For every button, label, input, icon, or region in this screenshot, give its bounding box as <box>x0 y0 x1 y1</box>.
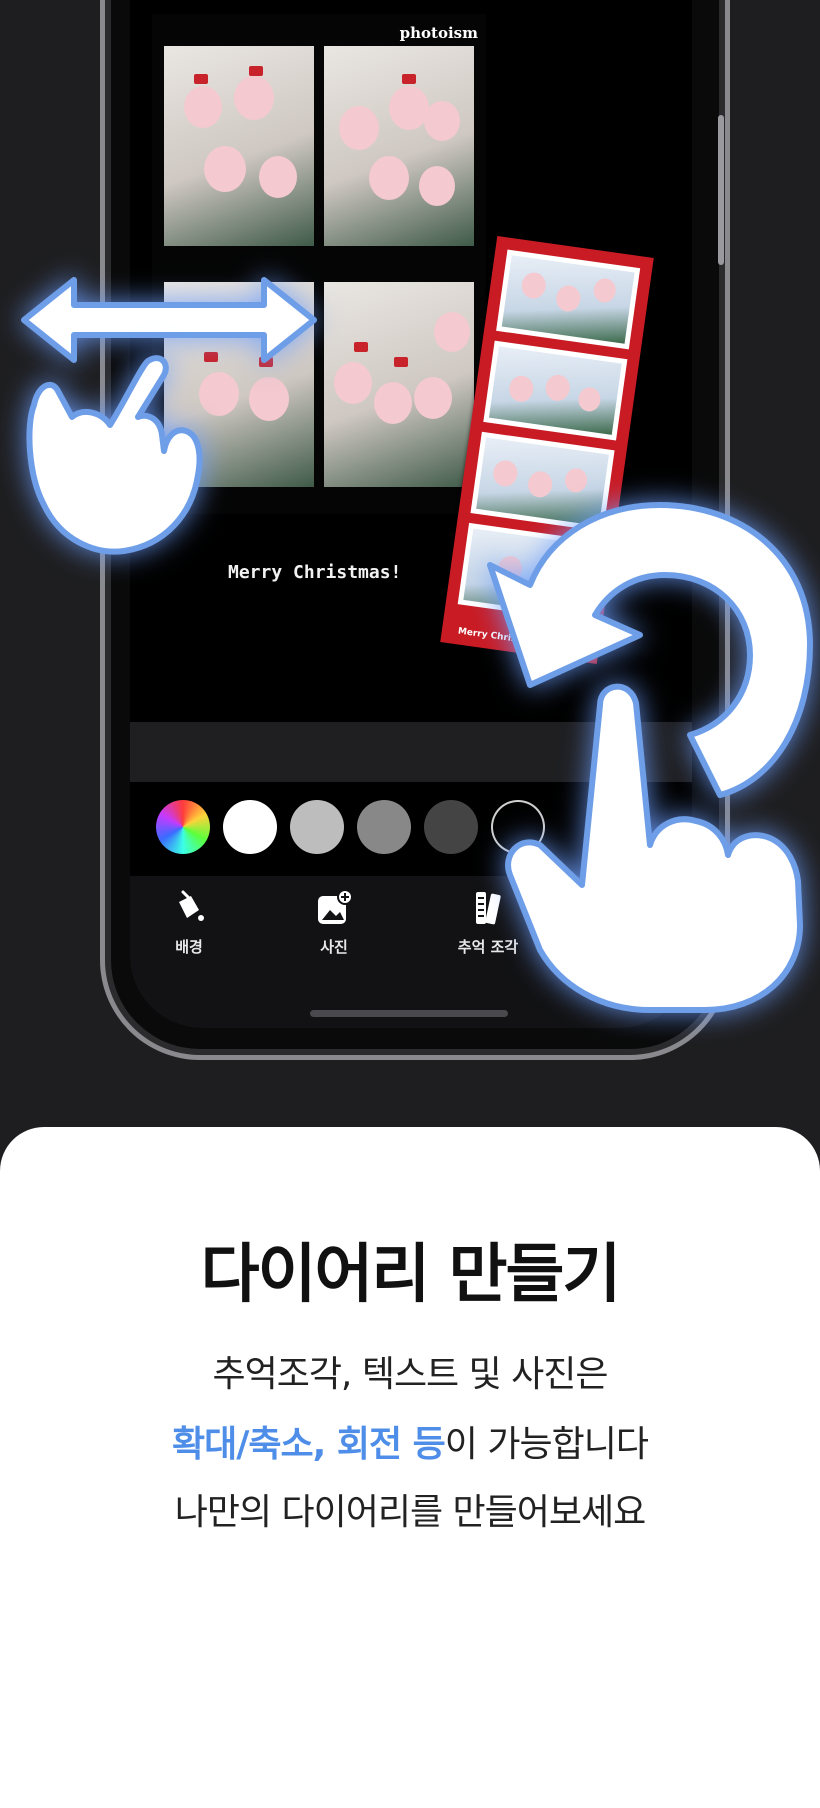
card-line-3: 나만의 다이어리를 만들어보세요 <box>174 1492 647 1533</box>
photo-1 <box>164 46 314 246</box>
photo-label: 사진 <box>320 938 348 956</box>
phone-side-button <box>718 115 724 265</box>
swatch-color-wheel[interactable] <box>156 800 210 854</box>
photo-4 <box>324 282 474 487</box>
photo-button[interactable]: 사진 <box>294 888 374 957</box>
swatch-gray[interactable] <box>357 800 411 854</box>
home-indicator <box>310 1010 508 1017</box>
info-card: 다이어리 만들기 추억조각, 텍스트 및 사진은 확대/축소, 회전 등이 가능… <box>0 1127 820 1808</box>
pinch-hand-icon <box>26 355 203 555</box>
paint-bucket-icon <box>179 890 204 921</box>
add-photo-icon <box>318 889 353 924</box>
background-label: 배경 <box>175 938 203 956</box>
strip-photo-2 <box>483 340 628 441</box>
swatch-light-gray[interactable] <box>290 800 344 854</box>
card-line-2-rest: 이 가능합니다 <box>444 1424 649 1465</box>
photo-2 <box>324 46 474 246</box>
brand-label: photoism <box>399 24 478 42</box>
swatch-white[interactable] <box>223 800 277 854</box>
swatch-dark-gray[interactable] <box>424 800 478 854</box>
strip-photo-1 <box>496 249 641 350</box>
card-title: 다이어리 만들기 <box>200 1238 621 1312</box>
card-line-2: 확대/축소, 회전 등이 가능합니다 <box>0 1415 820 1467</box>
card-line-1: 추억조각, 텍스트 및 사진은 <box>212 1354 608 1395</box>
pointing-hand-icon <box>505 683 803 1013</box>
card-line-2-highlight: 확대/축소, 회전 등 <box>172 1424 446 1465</box>
background-button[interactable]: 배경 <box>149 888 229 957</box>
